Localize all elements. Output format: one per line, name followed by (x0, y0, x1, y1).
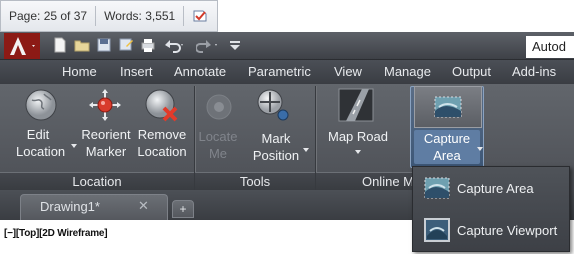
undo-icon[interactable] (162, 37, 186, 53)
mark-position-line1: Mark (261, 131, 291, 146)
proofing-check-icon[interactable] (192, 8, 208, 24)
online-map-panel-title[interactable]: Online M (316, 172, 416, 190)
app-title: Autod (526, 36, 574, 58)
tab-output[interactable]: Output (452, 64, 491, 79)
edit-location-line1: Edit (26, 127, 50, 142)
word-count[interactable]: Words: 3,551 (96, 6, 185, 26)
edit-location-line2: Location (16, 144, 66, 159)
new-tab-button[interactable]: + (172, 200, 194, 218)
locate-me-line2: Me (208, 146, 228, 161)
locate-me-line1: Locate (198, 129, 238, 144)
tab-home[interactable]: Home (62, 64, 97, 79)
locate-me-button[interactable]: Locate Me (196, 128, 240, 162)
edit-location-button[interactable]: Edit Location (16, 126, 66, 160)
tab-add-ins[interactable]: Add-ins (512, 64, 556, 79)
close-tab-icon[interactable]: ✕ (138, 198, 149, 214)
reorient-marker-button[interactable]: Reorient Marker (80, 126, 132, 160)
map-road-button[interactable]: Map Road (326, 128, 390, 145)
menu-item-capture-viewport[interactable]: Capture Viewport (413, 210, 569, 250)
menu-item-label: Capture Area (457, 181, 534, 196)
capture-area-line2: Area (433, 148, 461, 163)
reorient-marker-line1: Reorient (81, 127, 131, 142)
remove-location-line2: Location (137, 144, 187, 159)
tab-annotate[interactable]: Annotate (174, 64, 226, 79)
mark-position-button[interactable]: Mark Position (250, 130, 302, 164)
capture-area-line1: Capture (423, 131, 471, 146)
capture-area-icon (434, 96, 462, 118)
document-tab-title[interactable]: Drawing1* (40, 199, 100, 214)
remove-location-button[interactable]: Remove Location (136, 126, 188, 160)
tab-insert[interactable]: Insert (120, 64, 153, 79)
tab-view[interactable]: View (334, 64, 362, 79)
capture-viewport-icon (424, 218, 450, 242)
mark-position-line2: Position (252, 148, 300, 163)
locate-me-icon (206, 94, 232, 120)
redo-icon[interactable] (196, 37, 220, 53)
reorient-marker-line2: Marker (85, 144, 127, 159)
reorient-marker-icon (89, 89, 121, 121)
map-road-icon (338, 88, 374, 122)
menu-item-label: Capture Viewport (457, 223, 558, 238)
mark-position-icon (257, 89, 289, 121)
location-panel-title[interactable]: Location (0, 172, 194, 190)
tab-parametric[interactable]: Parametric (248, 64, 311, 79)
mark-position-dropdown-icon[interactable] (303, 148, 309, 152)
remove-location-line1: Remove (137, 127, 187, 142)
print-icon[interactable] (140, 37, 156, 53)
globe-icon (25, 89, 57, 121)
capture-area-label[interactable]: Capture Area (414, 130, 480, 164)
word-status-bar: Page: 25 of 37 Words: 3,551 (0, 0, 218, 32)
customize-icon[interactable] (228, 37, 242, 53)
new-icon[interactable] (52, 37, 68, 53)
edit-location-dropdown-icon[interactable] (71, 144, 77, 148)
tools-panel-title[interactable]: Tools (195, 172, 315, 190)
capture-area-dropdown-icon[interactable] (477, 147, 483, 151)
menu-item-capture-area[interactable]: Capture Area (413, 168, 569, 208)
viewport-controls-label[interactable]: [−][Top][2D Wireframe] (4, 228, 108, 239)
tab-manage[interactable]: Manage (384, 64, 431, 79)
save-icon[interactable] (96, 37, 112, 53)
capture-area-icon-frame (414, 86, 482, 128)
save-as-icon[interactable] (118, 37, 134, 53)
remove-location-icon (145, 89, 178, 122)
capture-area-icon (424, 177, 450, 199)
map-road-dropdown-icon[interactable] (355, 150, 361, 154)
page-count[interactable]: Page: 25 of 37 (1, 6, 97, 26)
open-icon[interactable] (74, 37, 90, 53)
autocad-logo-icon[interactable] (4, 33, 40, 59)
